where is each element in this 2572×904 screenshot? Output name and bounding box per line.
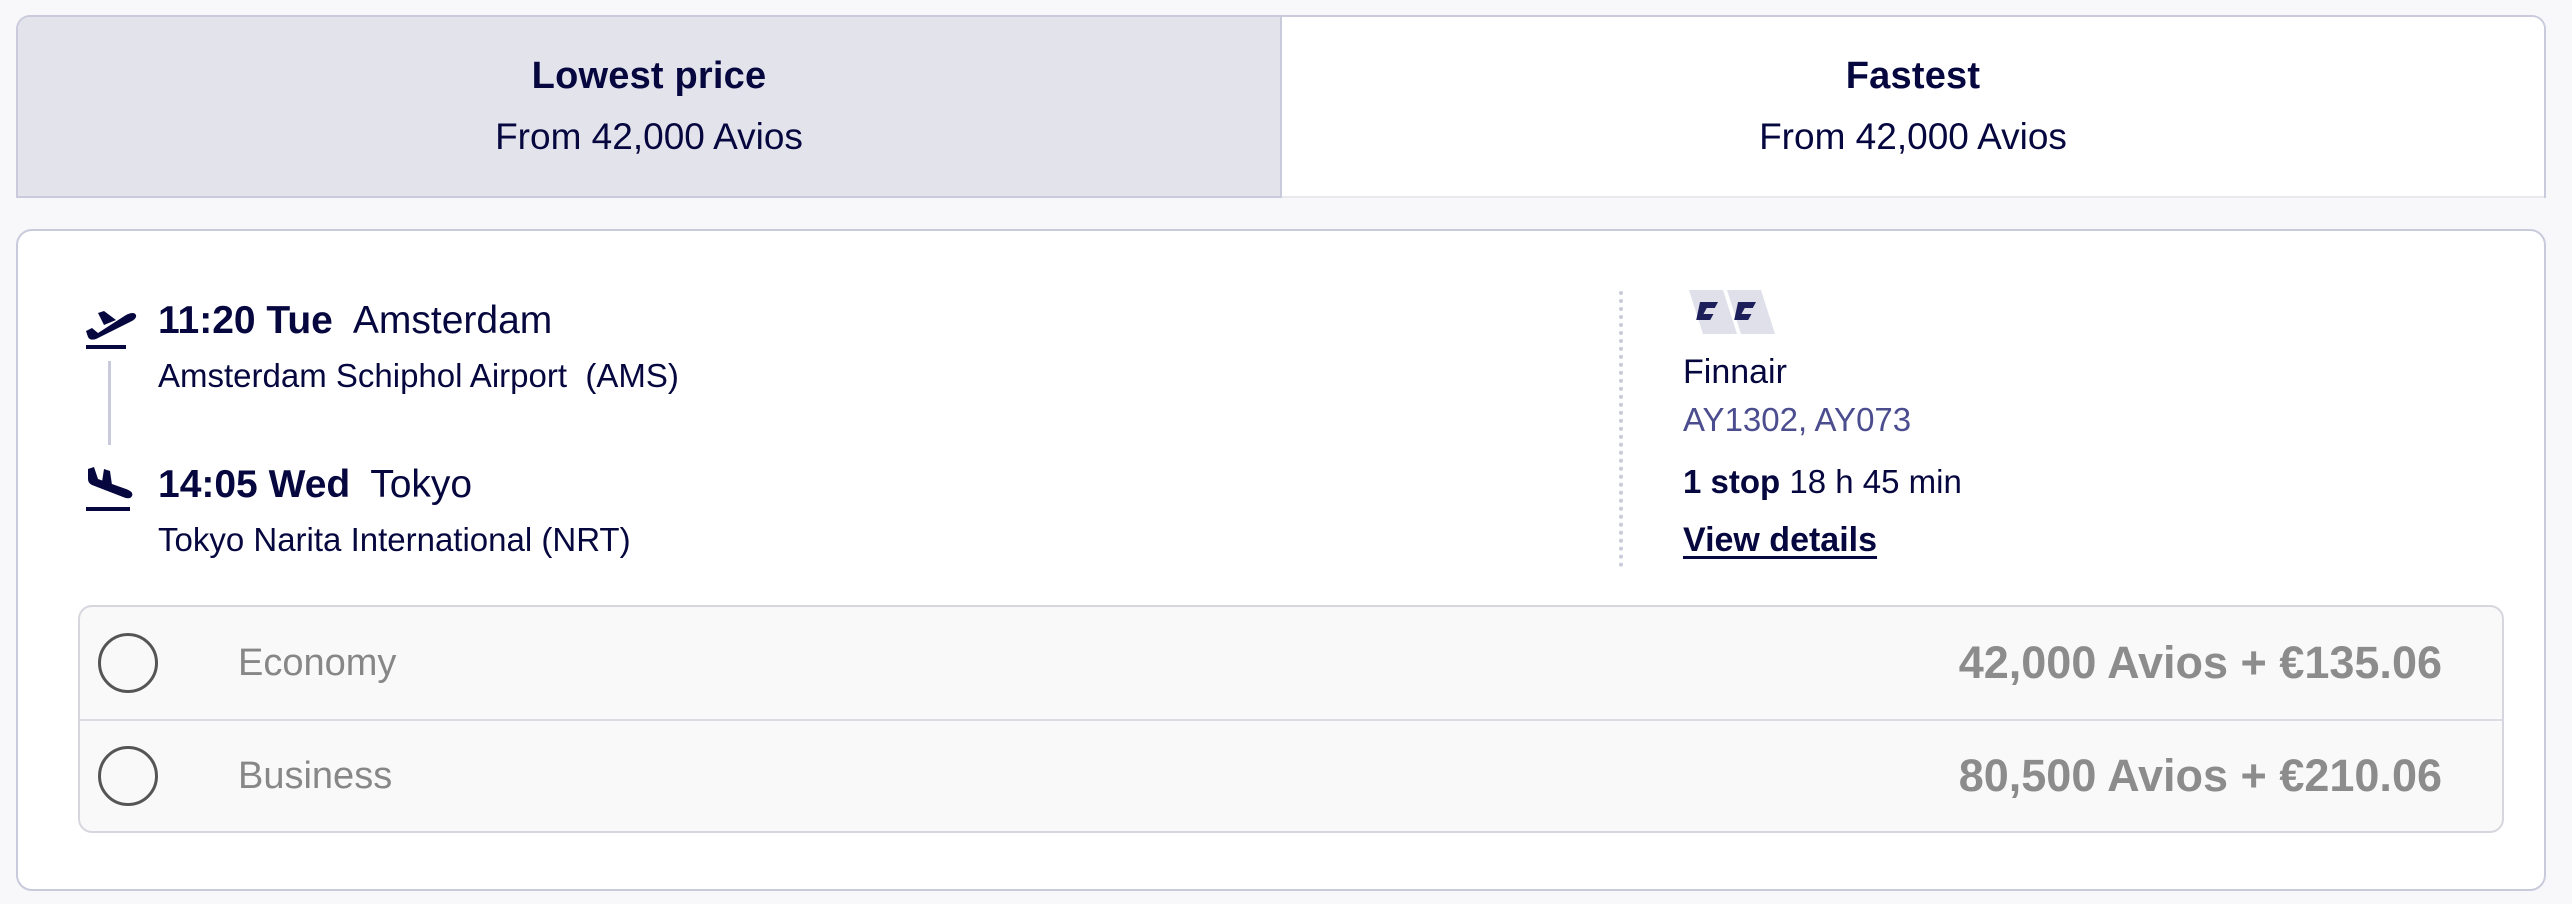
view-details-link[interactable]: View details — [1683, 521, 1877, 560]
fare-option-economy[interactable]: Economy 42,000 Avios + €135.06 — [80, 607, 2502, 719]
tab-title: Lowest price — [531, 55, 767, 97]
fare-price: 80,500 Avios + €210.06 — [1958, 750, 2442, 801]
sort-tabs: Lowest price From 42,000 Avios Fastest F… — [16, 15, 2546, 198]
departure-line: 11:20 Tue Amsterdam — [158, 299, 552, 343]
stops-duration: 1 stop 18 h 45 min — [1683, 463, 1962, 501]
duration: 18 h 45 min — [1789, 463, 1962, 500]
dotted-divider — [1619, 291, 1623, 567]
tab-subtitle: From 42,000 Avios — [1759, 116, 2067, 157]
tab-title: Fastest — [1845, 55, 1981, 97]
departure-airport: Amsterdam Schiphol Airport (AMS) — [158, 357, 679, 394]
fare-cabin: Business — [238, 754, 393, 797]
stops-label: 1 stop — [1683, 463, 1781, 500]
plane-takeoff-icon — [82, 301, 138, 351]
arrival-line: 14:05 Wed Tokyo — [158, 463, 472, 507]
fare-option-business[interactable]: Business 80,500 Avios + €210.06 — [80, 719, 2502, 831]
radio-unchecked-icon[interactable] — [98, 633, 158, 693]
departure-time: 11:20 Tue — [158, 299, 333, 342]
fare-options: Economy 42,000 Avios + €135.06 Business … — [78, 605, 2504, 833]
flight-card: 11:20 Tue Amsterdam Amsterdam Schiphol A… — [16, 229, 2546, 891]
route-connector — [108, 361, 111, 445]
tab-subtitle: From 42,000 Avios — [495, 116, 803, 157]
fare-cabin: Economy — [238, 641, 397, 684]
departure-city: Amsterdam — [352, 299, 553, 342]
arrival-time: 14:05 Wed — [158, 463, 351, 506]
tab-lowest-price[interactable]: Lowest price From 42,000 Avios — [18, 17, 1282, 198]
finnair-logo-icon — [1683, 288, 1793, 338]
arrival-city: Tokyo — [370, 463, 473, 506]
fare-price: 42,000 Avios + €135.06 — [1958, 637, 2442, 688]
tab-fastest[interactable]: Fastest From 42,000 Avios — [1282, 17, 2544, 198]
flight-numbers: AY1302, AY073 — [1683, 401, 1912, 438]
flight-results: Lowest price From 42,000 Avios Fastest F… — [0, 0, 2572, 904]
arrival-airport: Tokyo Narita International (NRT) — [158, 521, 631, 558]
plane-landing-icon — [82, 463, 138, 513]
airline-name: Finnair — [1683, 353, 1787, 391]
radio-unchecked-icon[interactable] — [98, 746, 158, 806]
